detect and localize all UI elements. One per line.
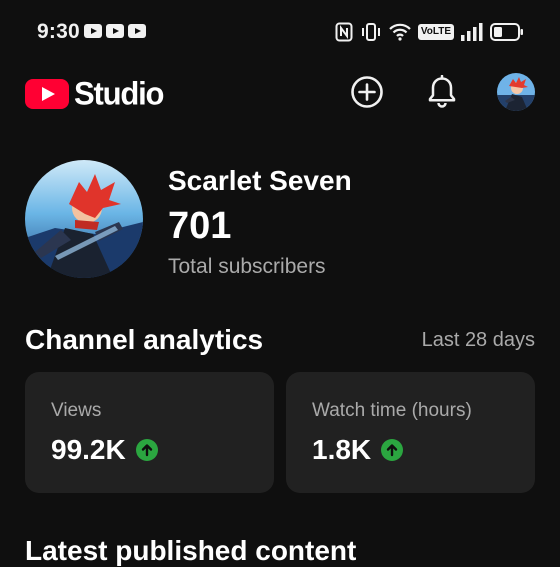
analytics-period: Last 28 days — [421, 329, 535, 351]
watch-time-value: 1.8K — [312, 434, 372, 465]
youtube-notification-icon — [84, 24, 102, 38]
youtube-notification-icon — [128, 24, 146, 38]
subscriber-label: Total subscribers — [168, 255, 326, 278]
views-value-row: 99.2K — [51, 434, 158, 466]
status-time: 9:30 — [37, 20, 80, 43]
studio-logo: Studio — [25, 74, 164, 113]
nfc-icon — [335, 22, 353, 42]
channel-avatar-image — [25, 160, 143, 278]
account-avatar-button[interactable] — [497, 73, 535, 111]
wifi-icon — [389, 23, 411, 41]
logo-text: Studio — [74, 74, 164, 113]
latest-content-title: Latest published content — [25, 535, 357, 566]
views-value: 99.2K — [51, 434, 126, 465]
notification-icons — [84, 24, 146, 38]
avatar — [497, 73, 535, 111]
volte-badge: VoLTE — [417, 24, 454, 40]
analytics-title: Channel analytics — [25, 324, 264, 355]
watch-time-value-row: 1.8K — [312, 434, 404, 466]
add-circle-icon — [351, 76, 383, 108]
create-button[interactable] — [347, 72, 387, 112]
views-label: Views — [51, 400, 102, 421]
subscriber-count: 701 — [168, 205, 232, 247]
youtube-logo-icon — [25, 79, 69, 109]
notifications-button[interactable] — [422, 72, 462, 112]
watch-time-card[interactable]: Watch time (hours) 1.8K — [286, 372, 535, 493]
channel-avatar[interactable] — [25, 160, 143, 278]
app-header: Studio — [0, 72, 560, 116]
trend-up-icon — [381, 439, 404, 461]
status-bar: 9:30 VoLTE — [0, 0, 560, 64]
watch-time-label: Watch time (hours) — [312, 400, 472, 421]
bell-icon — [428, 75, 456, 108]
battery-icon — [490, 23, 523, 41]
channel-summary: Scarlet Seven 701 Total subscribers — [25, 160, 535, 280]
signal-icon — [461, 23, 483, 41]
trend-up-icon — [135, 439, 158, 461]
vibrate-icon — [361, 23, 380, 41]
views-card[interactable]: Views 99.2K — [25, 372, 274, 493]
youtube-notification-icon — [106, 24, 124, 38]
channel-name: Scarlet Seven — [168, 165, 352, 196]
status-indicators: VoLTE — [335, 20, 524, 44]
